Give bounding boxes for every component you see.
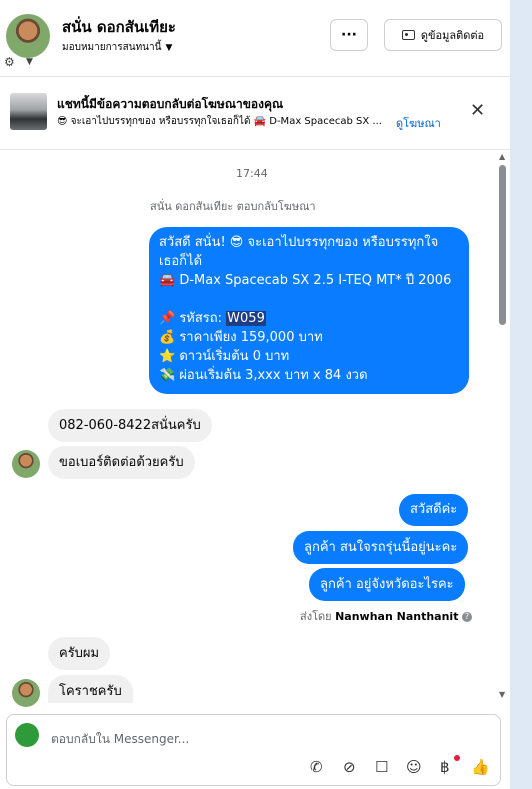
outgoing-message[interactable]: ลูกค้า อยู่จังหวัดอะไรคะ — [309, 568, 465, 601]
ad-message-blank-line — [159, 290, 459, 309]
contact-avatar-small[interactable] — [12, 679, 40, 707]
ad-message-line: ⭐ ดาวน์เริ่มต้น 0 บาท — [159, 349, 290, 364]
sliders-icon[interactable]: ⚙ — [4, 55, 15, 69]
reply-input[interactable]: ตอบกลับใน Messenger... — [51, 730, 189, 749]
ad-reply-note: สนั่น ดอกสันเทียะ ตอบกลับโฆษณา — [150, 200, 316, 213]
sent-by-label: ส่งโดย — [300, 610, 332, 623]
scrollbar-thumb[interactable] — [499, 165, 506, 325]
caret-down-icon: ▼ — [165, 43, 173, 53]
ad-message-line: 💰 ราคาเพียง 159,000 บาท — [159, 330, 323, 345]
ad-message-line: สวัสดี สนั่น! 😎 จะเอาไปบรรทุกของ หรือบรร… — [159, 235, 439, 250]
incoming-message[interactable]: ครับผม — [48, 637, 111, 670]
view-contact-label: ดูข้อมูลติดต่อ — [420, 29, 485, 42]
chevron-down-icon[interactable]: ▼ — [26, 57, 33, 67]
conversation-panel: ⚙ ▼ สนั่น ดอกสันเทียะ มอบหมายการสนทนานี้… — [0, 0, 510, 789]
incoming-message[interactable]: 082-060-8422สนั่นครับ — [48, 409, 212, 442]
help-icon[interactable]: ? — [461, 612, 472, 622]
scroll-down-arrow[interactable]: ▼ — [499, 690, 505, 699]
ad-thumbnail[interactable] — [10, 93, 47, 130]
view-ad-link[interactable]: ดูโฆษณา — [396, 114, 441, 132]
assign-conversation-dropdown[interactable]: มอบหมายการสนทนานี้ ▼ — [62, 40, 172, 55]
more-options-button[interactable]: ··· — [330, 19, 368, 51]
call-icon[interactable]: ✆ — [310, 758, 323, 776]
incoming-message[interactable]: ขอเบอร์ติดต่อด้วยครับ — [48, 446, 195, 479]
ad-banner-description: 😎 จะเอาไปบรรทุกของ หรือบรรทุกใจเธอก็ได้ … — [57, 116, 382, 127]
payment-icon[interactable]: ฿ — [440, 758, 450, 776]
notification-dot — [454, 755, 460, 761]
ad-message-line: เธอก็ได้ — [159, 254, 203, 269]
sender-name: Nanwhan Nanthanit — [335, 610, 459, 623]
assign-label: มอบหมายการสนทนานี้ — [62, 42, 162, 53]
ad-message-bubble[interactable]: สวัสดี สนั่น! 😎 จะเอาไปบรรทุกของ หรือบรร… — [149, 227, 469, 394]
scroll-up-arrow[interactable]: ▲ — [499, 152, 505, 161]
sent-by-note: ส่งโดย Nanwhan Nanthanit ? — [300, 607, 472, 625]
page-avatar — [15, 723, 39, 747]
emoji-icon[interactable]: ☺ — [406, 758, 422, 776]
close-icon[interactable]: ✕ — [470, 100, 485, 121]
contact-avatar[interactable] — [6, 14, 50, 58]
ad-message-line: 📌 รหัสรถ: W059 — [159, 309, 459, 328]
outgoing-message[interactable]: ลูกค้า สนใจรถรุ่นนี้อยู่นะคะ — [293, 531, 469, 564]
contact-avatar-small[interactable] — [12, 450, 40, 478]
car-code-value: W059 — [226, 311, 266, 326]
attachment-icon[interactable]: ⊘ — [343, 758, 356, 776]
outgoing-message[interactable]: สวัสดีค่ะ — [399, 494, 469, 526]
contact-name: สนั่น ดอกสันเทียะ — [62, 18, 176, 36]
like-icon[interactable]: 👍 — [471, 758, 490, 776]
ad-message-line: 🚘 D-Max Spacecab SX 2.5 I-TEQ MT* ปี 200… — [159, 273, 452, 288]
contact-card-icon — [401, 30, 415, 40]
view-contact-button[interactable]: ดูข้อมูลติดต่อ — [384, 19, 502, 51]
reply-composer[interactable] — [6, 714, 501, 786]
ad-banner-title: แชทนี้มีข้อความตอบกลับต่อโฆษณาของคุณ — [57, 97, 284, 111]
incoming-message[interactable]: โคราชครับ — [48, 675, 133, 703]
window-edge — [510, 0, 532, 789]
car-code-label: 📌 รหัสรถ: — [159, 311, 227, 326]
saved-replies-icon[interactable]: ☐ — [375, 758, 388, 776]
message-timestamp: 17:44 — [236, 167, 268, 180]
ad-message-line: 💸 ผ่อนเริ่มต้น 3,xxx บาท x 84 งวด — [159, 368, 368, 383]
